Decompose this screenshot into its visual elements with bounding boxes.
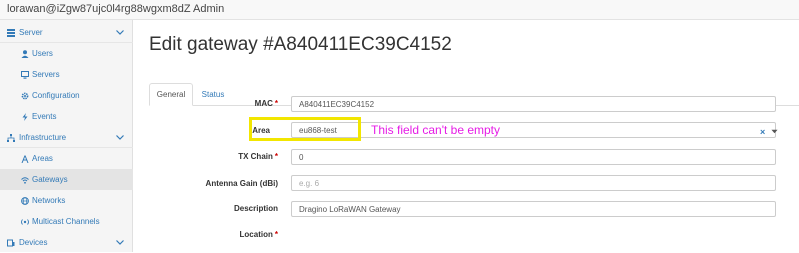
- description-field[interactable]: Dragino LoRaWAN Gateway: [291, 201, 776, 217]
- location-label: Location *: [239, 230, 278, 239]
- sidebar-item-networks[interactable]: Networks: [0, 190, 133, 211]
- sidebar-item-events[interactable]: Events: [0, 106, 133, 127]
- chevron-down-icon: [116, 30, 124, 35]
- page-title: Edit gateway #A840411EC39C4152: [149, 34, 452, 55]
- sidebar-item-configuration[interactable]: Configuration: [0, 85, 133, 106]
- tab-general[interactable]: General: [149, 83, 193, 106]
- tx-chain-field[interactable]: 0: [291, 149, 776, 165]
- sidebar-item-label: Users: [32, 49, 53, 58]
- sidebar-section-label: Devices: [19, 238, 48, 247]
- antenna-gain-label: Antenna Gain (dBi): [205, 179, 278, 188]
- sidebar-item-label: Configuration: [32, 91, 80, 100]
- sidebar: Server Users Servers Configuration Event…: [0, 20, 133, 252]
- caret-down-icon[interactable]: [771, 128, 778, 135]
- top-navbar: lorawan@iZgw87ujc0l4rg88wgxm8dZ Admin: [0, 0, 799, 20]
- sidebar-section-label: Infrastructure: [19, 133, 67, 142]
- area-highlight-box: [249, 117, 361, 141]
- tab-status[interactable]: Status: [193, 83, 233, 106]
- mac-label: MAC *: [254, 99, 278, 108]
- sidebar-section-server[interactable]: Server: [0, 22, 133, 43]
- required-marker: *: [274, 230, 278, 239]
- required-marker: *: [274, 152, 278, 161]
- mac-field[interactable]: A840411EC39C4152: [291, 96, 776, 112]
- broadcast-icon: [21, 219, 29, 225]
- main-content: Edit gateway #A840411EC39C4152 General S…: [133, 20, 799, 252]
- sidebar-item-label: Areas: [32, 154, 53, 163]
- description-label: Description: [233, 204, 278, 213]
- user-icon: [21, 50, 29, 58]
- sidebar-item-label: Multicast Channels: [32, 217, 100, 226]
- required-marker: *: [274, 99, 278, 108]
- sidebar-item-label: Networks: [32, 196, 66, 205]
- chevron-down-icon: [116, 240, 124, 245]
- sidebar-item-label: Gateways: [32, 175, 68, 184]
- sidebar-item-multicast-channels[interactable]: Multicast Channels: [0, 211, 133, 232]
- sidebar-item-servers[interactable]: Servers: [0, 64, 133, 85]
- sidebar-section-label: Server: [19, 28, 43, 37]
- wifi-icon: [21, 177, 29, 184]
- clear-selection-icon[interactable]: ×: [760, 127, 765, 137]
- current-user-label[interactable]: lorawan@iZgw87ujc0l4rg88wgxm8dZ Admin: [7, 3, 224, 15]
- tx-chain-label: TX Chain *: [238, 152, 278, 161]
- sidebar-item-label: Events: [32, 112, 57, 121]
- sidebar-item-users[interactable]: Users: [0, 43, 133, 64]
- sidebar-section-infrastructure[interactable]: Infrastructure: [0, 127, 133, 148]
- network-tree-icon: [7, 134, 15, 142]
- sidebar-section-devices[interactable]: Devices: [0, 232, 133, 253]
- sidebar-item-gateways[interactable]: Gateways: [0, 169, 133, 190]
- chevron-down-icon: [116, 135, 124, 140]
- globe-icon: [21, 197, 29, 205]
- sidebar-item-areas[interactable]: Areas: [0, 148, 133, 169]
- antenna-gain-field[interactable]: e.g. 6: [291, 175, 776, 191]
- bolt-icon: [22, 113, 28, 121]
- annotation-message: This field can't be empty: [371, 123, 501, 137]
- area-select[interactable]: eu868-test: [291, 122, 776, 138]
- server-stack-icon: [7, 29, 15, 37]
- gear-icon: [21, 92, 29, 100]
- tower-icon: [21, 155, 29, 163]
- sidebar-item-label: Servers: [32, 70, 60, 79]
- monitor-icon: [21, 71, 29, 79]
- devices-icon: [7, 239, 15, 247]
